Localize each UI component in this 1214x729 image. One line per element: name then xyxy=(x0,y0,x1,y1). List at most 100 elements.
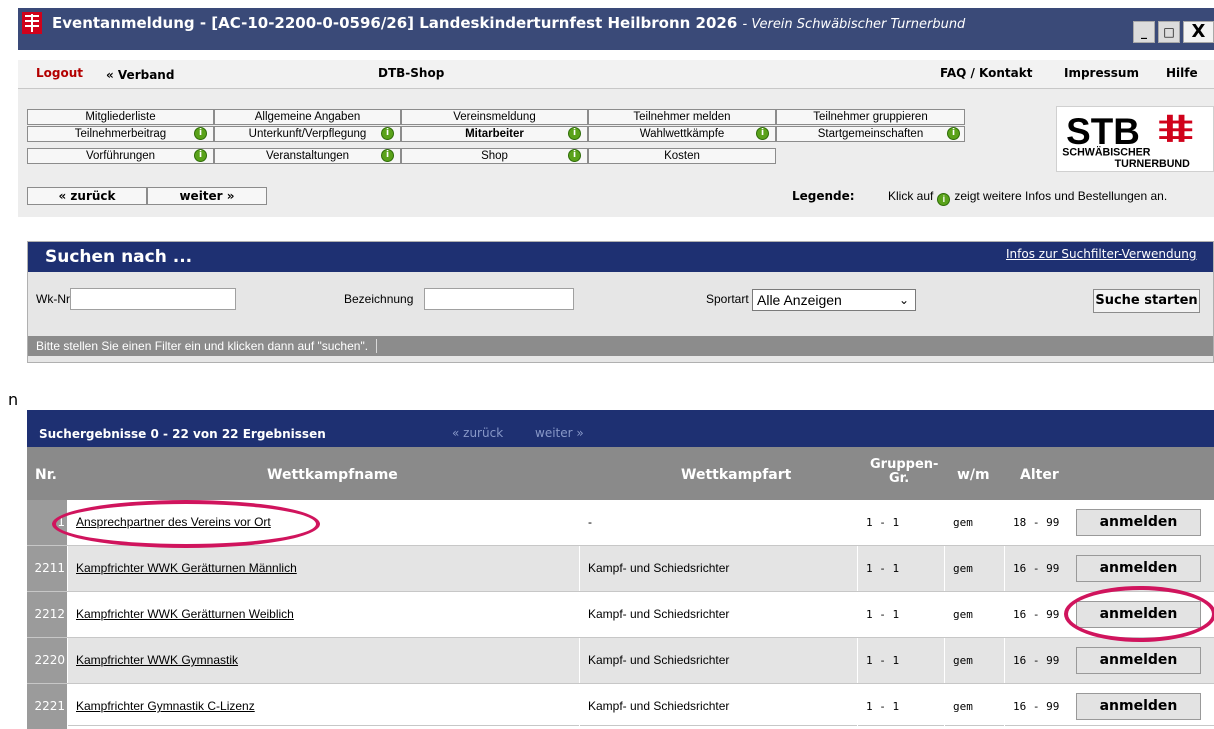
row-nr: 2220 xyxy=(27,638,67,683)
row-gruppe: 1 - 1 xyxy=(857,546,944,591)
row-alter: 16 - 99 xyxy=(1004,592,1068,637)
legend-label: Legende: xyxy=(792,189,855,203)
register-button[interactable]: anmelden xyxy=(1076,509,1201,536)
menu-wahlwettkaempfe[interactable]: Wahlwettkämpfe xyxy=(588,126,776,142)
table-row: 2221 Kampfrichter Gymnastik C-Lizenz Kam… xyxy=(27,684,1214,729)
next-button[interactable]: weiter » xyxy=(147,187,267,205)
menu-veranstaltungen[interactable]: Veranstaltungen xyxy=(214,148,401,164)
stb-logo-line1: SCHWÄBISCHER xyxy=(1062,145,1151,158)
app-logo-icon xyxy=(22,12,42,34)
row-alter: 16 - 99 xyxy=(1004,638,1068,683)
info-icon[interactable]: i xyxy=(381,127,394,140)
search-status-text: Bitte stellen Sie einen Filter ein und k… xyxy=(36,339,378,353)
row-art: Kampf- und Schiedsrichter xyxy=(579,684,857,729)
dtb-shop-link[interactable]: DTB-Shop xyxy=(378,66,444,80)
row-gruppe: 1 - 1 xyxy=(857,592,944,637)
wk-nr-label: Wk-Nr. xyxy=(36,292,73,306)
sportart-select[interactable]: Alle Anzeigen ⌄ xyxy=(752,289,916,311)
faq-link[interactable]: FAQ / Kontakt xyxy=(940,66,1032,80)
col-gruppen: Gruppen- xyxy=(870,457,939,472)
back-button[interactable]: « zurück xyxy=(27,187,147,205)
menu-teilnehmerbeitrag[interactable]: Teilnehmerbeitrag xyxy=(27,126,214,142)
close-button[interactable]: X xyxy=(1183,21,1214,43)
logout-link[interactable]: Logout xyxy=(36,66,83,80)
info-icon[interactable]: i xyxy=(194,149,207,162)
info-icon[interactable]: i xyxy=(568,127,581,140)
menu-allgemeine-angaben[interactable]: Allgemeine Angaben xyxy=(214,109,401,125)
row-art: Kampf- und Schiedsrichter xyxy=(579,638,857,683)
search-title: Suchen nach ... xyxy=(45,247,193,267)
results-header: Suchergebnisse 0 - 22 von 22 Ergebnissen… xyxy=(27,410,1214,448)
results-title: Suchergebnisse 0 - 22 von 22 Ergebnissen xyxy=(39,427,326,441)
results-next-link[interactable]: weiter » xyxy=(535,426,584,440)
search-start-button[interactable]: Suche starten xyxy=(1093,289,1200,313)
row-name-link[interactable]: Kampfrichter Gymnastik C-Lizenz xyxy=(67,684,579,729)
row-art: Kampf- und Schiedsrichter xyxy=(579,592,857,637)
row-wm: gem xyxy=(944,684,1004,729)
row-name-link[interactable]: Kampfrichter WWK Gerätturnen Weiblich xyxy=(67,592,579,637)
wk-nr-input[interactable] xyxy=(70,288,236,310)
menu-vorfuehrungen[interactable]: Vorführungen xyxy=(27,148,214,164)
row-wm: gem xyxy=(944,546,1004,591)
row-name-link[interactable]: Kampfrichter WWK Gymnastik xyxy=(67,638,579,683)
minimize-button[interactable]: _ xyxy=(1133,21,1155,43)
menu-startgemeinschaften[interactable]: Startgemeinschaften xyxy=(776,126,965,142)
row-alter: 16 - 99 xyxy=(1004,546,1068,591)
legend-text: Klick auf i zeigt weitere Infos und Bestel… xyxy=(888,189,1168,206)
row-name-link[interactable]: Kampfrichter WWK Gerätturnen Männlich xyxy=(67,546,579,591)
table-row: 2220 Kampfrichter WWK Gymnastik Kampf- u… xyxy=(27,638,1214,684)
row-alter: 16 - 99 xyxy=(1004,684,1068,729)
table-row: 2212 Kampfrichter WWK Gerätturnen Weibli… xyxy=(27,592,1214,638)
bezeichnung-input[interactable] xyxy=(424,288,574,310)
search-header: Suchen nach ... Infos zur Suchfilter-Ver… xyxy=(28,242,1213,272)
row-nr: 2211 xyxy=(27,546,67,591)
row-nr: 2212 xyxy=(27,592,67,637)
legend-text-before: Klick auf xyxy=(888,189,934,203)
menu-teilnehmer-melden[interactable]: Teilnehmer melden xyxy=(588,109,776,125)
info-icon[interactable]: i xyxy=(947,127,960,140)
menu-teilnehmer-gruppieren[interactable]: Teilnehmer gruppieren xyxy=(776,109,965,125)
legend-text-after: zeigt weitere Infos und Bestellungen an. xyxy=(954,189,1168,203)
row-wm: gem xyxy=(944,592,1004,637)
register-button[interactable]: anmelden xyxy=(1076,693,1201,720)
register-button[interactable]: anmelden xyxy=(1076,647,1201,674)
impressum-link[interactable]: Impressum xyxy=(1064,66,1139,80)
menu-vereinsmeldung[interactable]: Vereinsmeldung xyxy=(401,109,588,125)
hilfe-link[interactable]: Hilfe xyxy=(1166,66,1198,80)
search-filter-info-link[interactable]: Infos zur Suchfilter-Verwendung xyxy=(1006,247,1196,261)
info-icon[interactable]: i xyxy=(568,149,581,162)
table-row: 1 Ansprechpartner des Vereins vor Ort - … xyxy=(27,500,1214,546)
maximize-button[interactable]: □ xyxy=(1158,21,1180,43)
sportart-select-value: Alle Anzeigen xyxy=(757,292,842,308)
search-status-bar: Bitte stellen Sie einen Filter ein und k… xyxy=(28,336,1213,356)
row-nr: 2221 xyxy=(27,684,67,729)
menu-mitgliederliste[interactable]: Mitgliederliste xyxy=(27,109,214,125)
col-wettkampfart: Wettkampfart xyxy=(681,467,792,483)
register-button[interactable]: anmelden xyxy=(1076,555,1201,582)
register-button[interactable]: anmelden xyxy=(1076,601,1201,628)
row-art: - xyxy=(579,500,857,545)
results-back-link[interactable]: « zurück xyxy=(452,426,503,440)
menu-kosten[interactable]: Kosten xyxy=(588,148,776,164)
edge-text: n xyxy=(8,390,19,409)
menu-shop[interactable]: Shop xyxy=(401,148,588,164)
stb-logo: STB SCHWÄBISCHER TURNERBUND xyxy=(1056,106,1214,172)
info-icon[interactable]: i xyxy=(381,149,394,162)
stb-logo-line2: TURNERBUND xyxy=(1115,158,1190,170)
info-icon[interactable]: i xyxy=(756,127,769,140)
window-title-sub: - Verein Schwäbischer Turnerbund xyxy=(742,17,966,32)
row-nr: 1 xyxy=(27,500,67,545)
window-title-main: Eventanmeldung - [AC-10-2200-0-0596/26] … xyxy=(52,14,738,32)
verband-link[interactable]: « Verband xyxy=(106,68,174,82)
window-title: Eventanmeldung - [AC-10-2200-0-0596/26] … xyxy=(52,14,965,32)
info-icon[interactable]: i xyxy=(194,127,207,140)
row-alter: 18 - 99 xyxy=(1004,500,1068,545)
row-name-link[interactable]: Ansprechpartner des Vereins vor Ort xyxy=(67,500,579,545)
menu-mitarbeiter[interactable]: Mitarbeiter xyxy=(401,126,588,142)
row-gruppe: 1 - 1 xyxy=(857,638,944,683)
chevron-down-icon: ⌄ xyxy=(898,293,909,307)
menu-unterkunft[interactable]: Unterkunft/Verpflegung xyxy=(214,126,401,142)
row-gruppe: 1 - 1 xyxy=(857,684,944,729)
top-nav: Logout « Verband DTB-Shop FAQ / Kontakt … xyxy=(18,60,1214,89)
row-wm: gem xyxy=(944,500,1004,545)
